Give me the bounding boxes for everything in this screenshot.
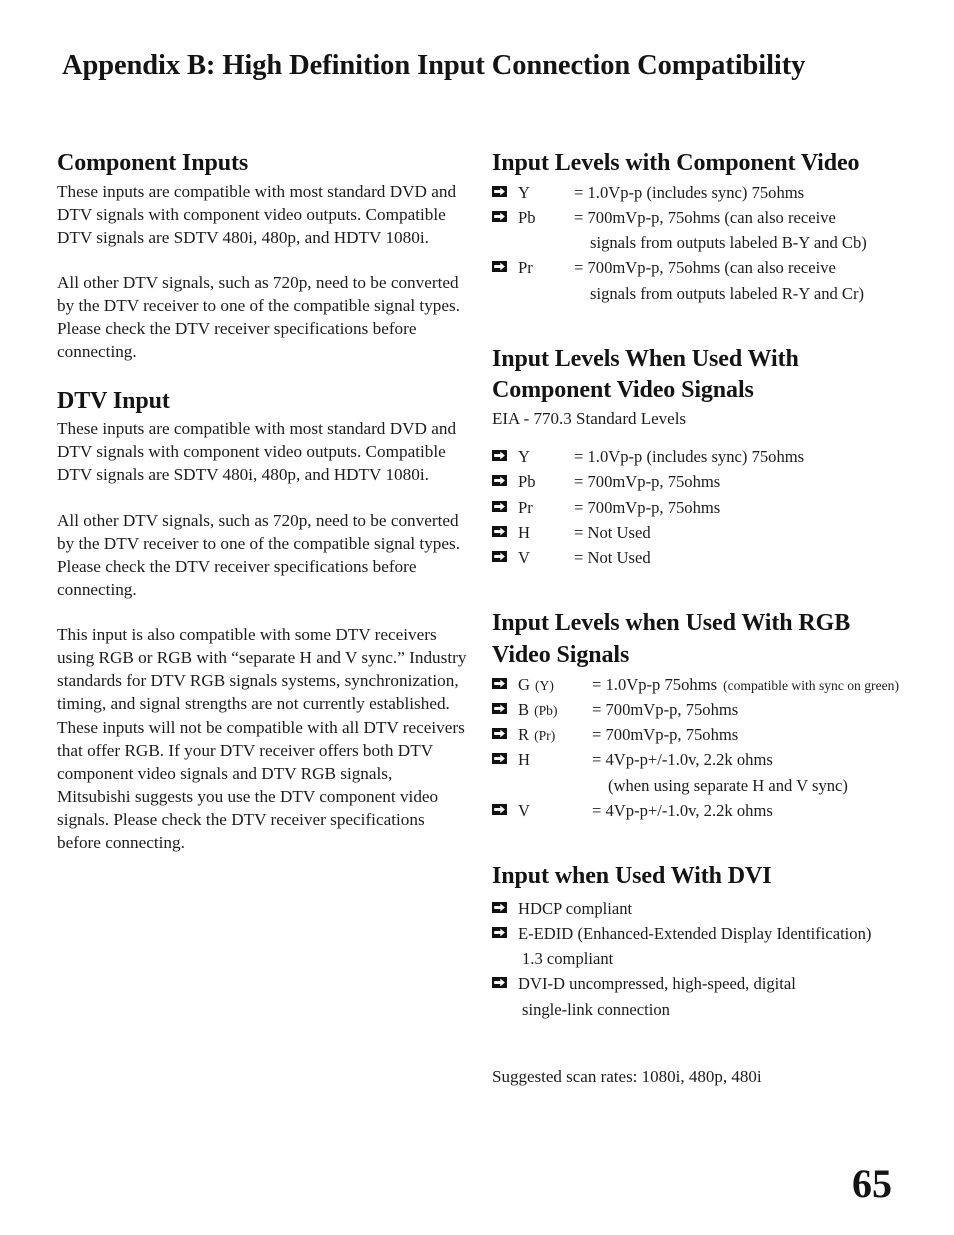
spec-value-note: (compatible with sync on green) bbox=[723, 677, 899, 693]
arrow-right-icon bbox=[492, 210, 507, 222]
spec-list-dvi: HDCP compliant E-EDID (Enhanced-Extended… bbox=[492, 896, 912, 1022]
list-item: R (Pr) = 700mVp-p, 75ohms bbox=[492, 722, 912, 747]
arrow-right-icon bbox=[492, 475, 507, 487]
spec-value: HDCP compliant bbox=[518, 898, 633, 918]
spec-key-main: G bbox=[518, 674, 530, 694]
arrow-right-icon bbox=[492, 185, 507, 197]
spec-key-paren: (Pr) bbox=[534, 728, 556, 744]
paragraph-dtv-input-2: All other DTV signals, such as 720p, nee… bbox=[57, 510, 460, 599]
list-item: Pr = 700mVp-p, 75ohms bbox=[492, 495, 912, 520]
spec-value: = 4Vp-p+/-1.0v, 2.2k ohms bbox=[592, 800, 773, 820]
spec-value: = 700mVp-p, 75ohms (can also receive bbox=[574, 258, 836, 278]
spec-key: Pr bbox=[518, 497, 533, 517]
paragraph-component-inputs-2: All other DTV signals, such as 720p, nee… bbox=[57, 273, 460, 362]
spec-key-paren: (Y) bbox=[534, 677, 554, 693]
spec-value: = 700mVp-p, 75ohms (can also receive bbox=[574, 207, 836, 227]
spec-key: Y bbox=[518, 182, 530, 202]
spec-value: = 700mVp-p, 75ohms bbox=[574, 497, 721, 517]
note-suggested-scan-rates: Suggested scan rates: 1080i, 480p, 480i bbox=[492, 1066, 762, 1086]
spec-continuation: single-link connection bbox=[522, 999, 670, 1019]
arrow-right-icon bbox=[492, 728, 507, 740]
spec-key: R (Pr) bbox=[518, 722, 592, 747]
list-item: Y = 1.0Vp-p (includes sync) 75ohms bbox=[492, 180, 912, 205]
arrow-right-icon bbox=[492, 500, 507, 512]
spec-key-paren: (Pb) bbox=[534, 702, 558, 718]
spec-key-main: H bbox=[518, 750, 530, 770]
spec-value: DVI-D uncompressed, high-speed, digital bbox=[518, 974, 796, 994]
spec-continuation: signals from outputs labeled B-Y and Cb) bbox=[590, 233, 867, 253]
heading-input-dvi: Input when Used With DVI bbox=[492, 862, 772, 889]
list-item: Y = 1.0Vp-p (includes sync) 75ohms bbox=[492, 444, 912, 469]
list-item: V = Not Used bbox=[492, 545, 912, 570]
list-item: Pr = 700mVp-p, 75ohms (can also receive … bbox=[492, 255, 912, 305]
list-item: DVI-D uncompressed, high-speed, digital … bbox=[492, 971, 912, 1021]
list-item: H = 4Vp-p+/-1.0v, 2.2k ohms (when using … bbox=[492, 747, 912, 797]
spec-key: Pb bbox=[518, 207, 536, 227]
spec-key: G (Y) bbox=[518, 672, 592, 697]
left-column: Component Inputs These inputs are compat… bbox=[57, 148, 469, 854]
spec-key: Pr bbox=[518, 258, 533, 278]
heading-input-levels-component-video: Input Levels with Component Video bbox=[492, 150, 860, 176]
spec-continuation: (when using separate H and V sync) bbox=[608, 775, 848, 795]
list-item: E-EDID (Enhanced-Extended Display Identi… bbox=[492, 921, 912, 971]
page-title: Appendix B: High Definition Input Connec… bbox=[62, 50, 806, 81]
list-item: H = Not Used bbox=[492, 520, 912, 545]
spec-value: E-EDID (Enhanced-Extended Display Identi… bbox=[518, 923, 872, 943]
list-item: G (Y) = 1.0Vp-p 75ohms (compatible with s… bbox=[492, 672, 912, 697]
arrow-right-icon bbox=[492, 551, 507, 563]
page-number: 65 bbox=[852, 1161, 892, 1206]
heading-component-inputs: Component Inputs bbox=[57, 150, 249, 176]
spec-list-rgb: G (Y) = 1.0Vp-p 75ohms (compatible with s… bbox=[492, 672, 912, 823]
subnote-eia-standard: EIA - 770.3 Standard Levels bbox=[492, 409, 687, 429]
arrow-right-icon bbox=[492, 261, 507, 273]
arrow-right-icon bbox=[492, 926, 507, 938]
spec-value: = 1.0Vp-p (includes sync) 75ohms bbox=[574, 182, 805, 202]
spec-key: V bbox=[518, 548, 530, 568]
heading-dtv-input: DTV Input bbox=[57, 387, 170, 414]
spec-value: = 1.0Vp-p 75ohms bbox=[592, 674, 718, 694]
arrow-right-icon bbox=[492, 525, 507, 537]
right-column: Input Levels with Component Video Y = 1.… bbox=[492, 148, 912, 1088]
paragraph-dtv-input-1: These inputs are compatible with most st… bbox=[57, 419, 457, 485]
arrow-right-icon bbox=[492, 753, 507, 765]
paragraph-component-inputs-1: These inputs are compatible with most st… bbox=[57, 181, 457, 247]
spec-list-component-video: Y = 1.0Vp-p (includes sync) 75ohms Pb = … bbox=[492, 180, 912, 306]
spec-value: = 700mVp-p, 75ohms bbox=[592, 725, 739, 745]
heading-input-levels-component-signals: Input Levels When Used With Component Vi… bbox=[492, 345, 799, 404]
spec-list-component-signals: Y = 1.0Vp-p (includes sync) 75ohms Pb = … bbox=[492, 444, 912, 570]
arrow-right-icon bbox=[492, 702, 507, 714]
paragraph-dtv-input-3: This input is also compatible with some … bbox=[57, 625, 467, 853]
spec-continuation: signals from outputs labeled R-Y and Cr) bbox=[590, 283, 865, 303]
spec-key: Y bbox=[518, 447, 530, 467]
spec-continuation: 1.3 compliant bbox=[522, 949, 614, 969]
list-item: B (Pb) = 700mVp-p, 75ohms bbox=[492, 697, 912, 722]
document-page: Appendix B: High Definition Input Connec… bbox=[0, 0, 954, 1235]
spec-key: V bbox=[518, 798, 592, 823]
spec-value: = 700mVp-p, 75ohms bbox=[592, 699, 739, 719]
spec-key: Pb bbox=[518, 472, 536, 492]
spec-key: H bbox=[518, 747, 592, 772]
spec-value: = 4Vp-p+/-1.0v, 2.2k ohms bbox=[592, 750, 773, 770]
spec-key-main: V bbox=[518, 800, 530, 820]
spec-key-main: R bbox=[518, 725, 530, 745]
spec-value: = Not Used bbox=[574, 522, 651, 542]
spec-key: B (Pb) bbox=[518, 697, 592, 722]
arrow-right-icon bbox=[492, 901, 507, 913]
arrow-right-icon bbox=[492, 450, 507, 462]
spec-value: = 1.0Vp-p (includes sync) 75ohms bbox=[574, 447, 805, 467]
spec-key: H bbox=[518, 522, 530, 542]
spec-value: = 700mVp-p, 75ohms bbox=[574, 472, 721, 492]
list-item: V = 4Vp-p+/-1.0v, 2.2k ohms bbox=[492, 798, 912, 823]
arrow-right-icon bbox=[492, 977, 507, 989]
spec-value: = Not Used bbox=[574, 548, 651, 568]
list-item: Pb = 700mVp-p, 75ohms (can also receive … bbox=[492, 205, 912, 255]
arrow-right-icon bbox=[492, 677, 507, 689]
spec-key-main: B bbox=[518, 699, 530, 719]
arrow-right-icon bbox=[492, 803, 507, 815]
heading-input-levels-rgb: Input Levels when Used With RGB Video Si… bbox=[492, 610, 851, 668]
list-item: HDCP compliant bbox=[492, 896, 912, 921]
list-item: Pb = 700mVp-p, 75ohms bbox=[492, 469, 912, 494]
